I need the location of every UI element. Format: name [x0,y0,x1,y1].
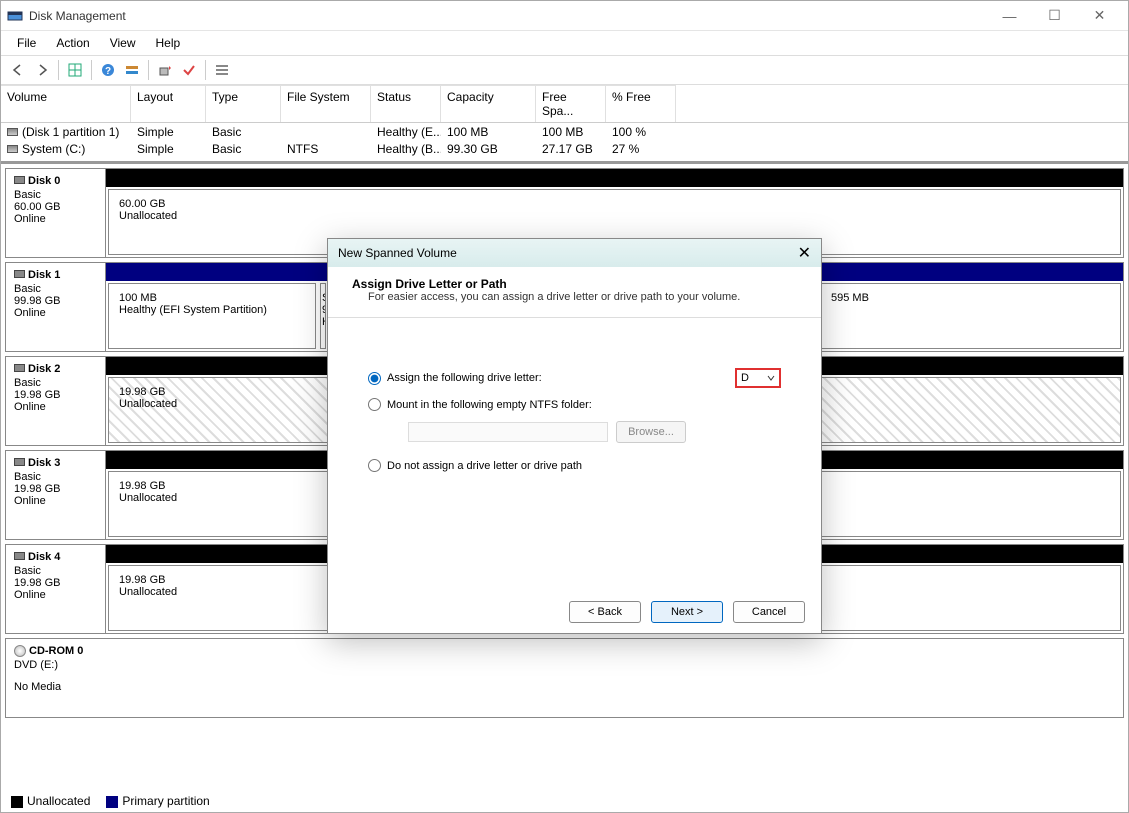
action-icon[interactable] [154,59,176,81]
bars-icon[interactable] [121,59,143,81]
assign-letter-label: Assign the following drive letter: [387,372,729,384]
check-icon[interactable] [178,59,200,81]
col-layout[interactable]: Layout [131,85,206,122]
col-fs[interactable]: File System [281,85,371,122]
volume-table-body: (Disk 1 partition 1) Simple Basic Health… [1,123,1128,157]
volume-icon [7,128,18,136]
maximize-button[interactable]: ☐ [1032,1,1077,31]
titlebar: Disk Management — ☐ ✕ [1,1,1128,31]
partition[interactable]: S 9 H [320,283,326,349]
mount-folder-radio[interactable] [368,398,381,411]
disk-label: Disk 1 Basic 99.98 GB Online [6,263,106,351]
dialog-header: Assign Drive Letter or Path For easier a… [328,267,821,318]
legend: Unallocated Primary partition [11,794,210,808]
disk-label: Disk 3 Basic 19.98 GB Online [6,451,106,539]
col-pct[interactable]: % Free [606,85,676,122]
menu-action[interactable]: Action [46,33,99,53]
close-button[interactable]: ✕ [1077,1,1122,31]
list-icon[interactable] [211,59,233,81]
col-capacity[interactable]: Capacity [441,85,536,122]
disk-label: Disk 4 Basic 19.98 GB Online [6,545,106,633]
back-icon[interactable] [7,59,29,81]
cancel-button[interactable]: Cancel [733,601,805,623]
forward-icon[interactable] [31,59,53,81]
menubar: File Action View Help [1,31,1128,55]
app-icon [7,8,23,24]
window-title: Disk Management [29,9,126,23]
folder-input [408,422,608,442]
disk-label: Disk 2 Basic 19.98 GB Online [6,357,106,445]
minimize-button[interactable]: — [987,1,1032,31]
wizard-dialog: New Spanned Volume ✕ Assign Drive Letter… [327,238,822,634]
browse-button: Browse... [616,421,686,443]
grid-icon[interactable] [64,59,86,81]
dialog-body: Assign the following drive letter: D Mou… [328,318,821,591]
chevron-down-icon [767,374,775,382]
toolbar: ? [1,55,1128,85]
col-free[interactable]: Free Spa... [536,85,606,122]
table-row[interactable]: (Disk 1 partition 1) Simple Basic Health… [1,123,1128,140]
assign-letter-radio[interactable] [368,372,381,385]
svg-text:?: ? [105,66,111,77]
no-assign-label: Do not assign a drive letter or drive pa… [387,460,582,472]
drive-letter-select[interactable]: D [735,368,781,388]
dialog-subtext: For easier access, you can assign a driv… [352,291,797,303]
no-assign-radio[interactable] [368,459,381,472]
mount-folder-label: Mount in the following empty NTFS folder… [387,399,592,411]
col-type[interactable]: Type [206,85,281,122]
col-status[interactable]: Status [371,85,441,122]
menu-file[interactable]: File [7,33,46,53]
back-button[interactable]: < Back [569,601,641,623]
partition[interactable]: 100 MB Healthy (EFI System Partition) [108,283,316,349]
help-icon[interactable]: ? [97,59,119,81]
volume-icon [7,145,18,153]
dialog-titlebar: New Spanned Volume ✕ [328,239,821,267]
table-row[interactable]: System (C:) Simple Basic NTFS Healthy (B… [1,140,1128,157]
dialog-close-icon[interactable]: ✕ [798,243,811,263]
col-volume[interactable]: Volume [1,85,131,122]
dialog-footer: < Back Next > Cancel [328,591,821,633]
disk-label: CD-ROM 0 DVD (E:) No Media [6,639,106,717]
menu-view[interactable]: View [100,33,146,53]
cdrom-icon [14,645,26,657]
dialog-heading: Assign Drive Letter or Path [352,277,797,291]
disk-row[interactable]: CD-ROM 0 DVD (E:) No Media [5,638,1124,718]
dialog-title: New Spanned Volume [338,246,457,260]
menu-help[interactable]: Help [146,33,191,53]
disk-label: Disk 0 Basic 60.00 GB Online [6,169,106,257]
volume-table-header: Volume Layout Type File System Status Ca… [1,85,1128,123]
next-button[interactable]: Next > [651,601,723,623]
